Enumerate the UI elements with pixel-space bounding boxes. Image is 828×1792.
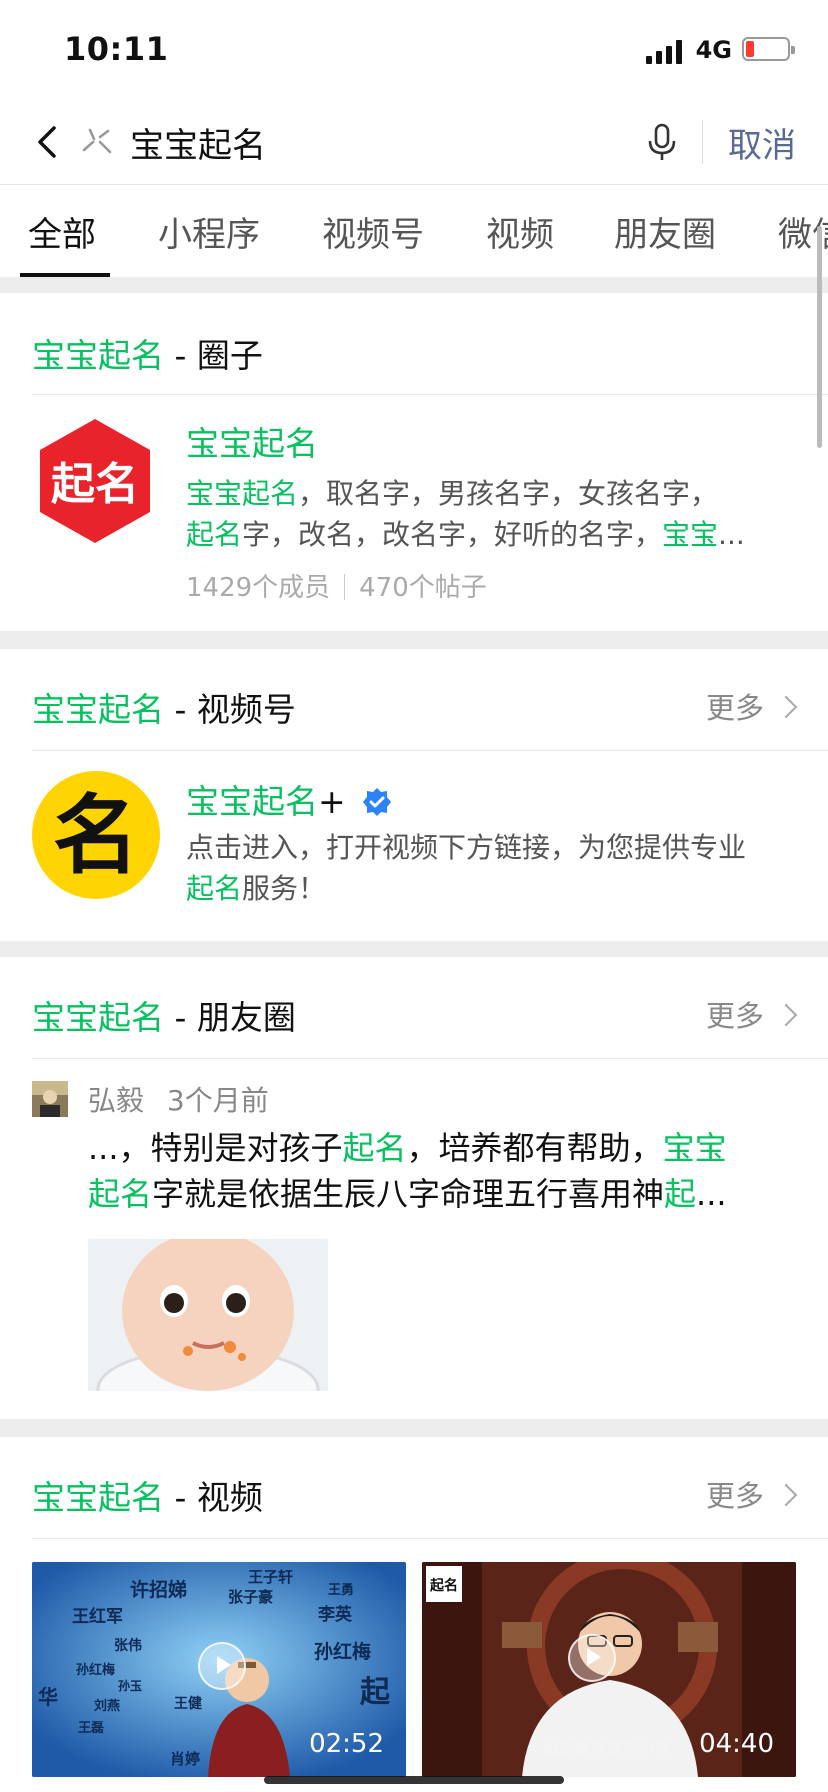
svg-text:张伟: 张伟 [114, 1637, 142, 1654]
keyword-highlight: 起名 [88, 1175, 153, 1213]
author-avatar [32, 1081, 68, 1117]
text-segment: ... [696, 1175, 727, 1213]
more-link[interactable]: 更多 [706, 685, 798, 727]
more-link[interactable]: 更多 [706, 993, 798, 1035]
separator [702, 120, 703, 164]
text-segment: ，取名字，男孩名字，女孩名字， [298, 477, 719, 510]
home-indicator [264, 1776, 564, 1784]
svg-text:王红军: 王红军 [72, 1606, 123, 1627]
circle-section: 宝宝起名 - 圈子 起名 宝宝起名 宝宝起名，取名字，男孩名字，女孩名字， 起名… [0, 293, 828, 631]
text-segment: 服务！ [242, 872, 327, 905]
text-segment: 字就是依据生辰八字命理五行喜用神 [152, 1175, 665, 1213]
chevron-right-icon [774, 695, 798, 719]
section-title: 宝宝起名 - 朋友圈 [32, 998, 296, 1037]
play-icon [198, 1642, 246, 1690]
circle-logo: 起名 [40, 419, 150, 543]
post-text-line2: 起名字就是依据生辰八字命理五行喜用神起... [88, 1171, 727, 1217]
chevron-right-icon [774, 1483, 798, 1507]
microphone-icon[interactable] [644, 122, 680, 162]
more-link[interactable]: 更多 [706, 1473, 798, 1515]
play-icon [568, 1634, 616, 1682]
tab-videos[interactable]: 视频 [486, 207, 554, 256]
channel-desc-line1: 点击进入，打开视频下方链接，为您提供专业 [186, 831, 747, 864]
svg-text:孙红梅: 孙红梅 [314, 1640, 371, 1663]
svg-text:华: 华 [38, 1685, 58, 1709]
tab-mini-programs[interactable]: 小程序 [158, 207, 260, 256]
keyword-highlight: 起名 [342, 1129, 407, 1167]
search-bar: 宝宝起名 取消 [0, 100, 828, 185]
network-label: 4G [695, 36, 732, 64]
section-title: 宝宝起名 - 视频号 [32, 690, 296, 729]
logo-lettering: 起名 [51, 459, 139, 510]
active-tab-indicator [20, 273, 110, 277]
moments-section: 宝宝起名 - 朋友圈 更多 弘毅 3个月前 ...，特别是对孩子起名，培养都有帮… [0, 957, 828, 1419]
svg-text:王健: 王健 [174, 1695, 202, 1712]
svg-text:王磊: 王磊 [78, 1721, 104, 1736]
circle-result[interactable]: 起名 宝宝起名 宝宝起名，取名字，男孩名字，女孩名字， 起名字，改名，改名字，好… [0, 395, 828, 631]
svg-text:王勇: 王勇 [328, 1583, 354, 1598]
post-time: 3个月前 [166, 1084, 269, 1117]
keyword-highlight: 起 [664, 1175, 697, 1213]
video-thumbnail[interactable]: 许招娣 王红军 张伟 孙红梅 李英 王勇 张子豪 王子轩 刘燕 肖婷 王磊 孙玉… [32, 1562, 406, 1777]
battery-icon [742, 37, 795, 61]
search-icon [82, 128, 112, 154]
svg-text:起: 起 [360, 1675, 391, 1710]
svg-text:刘燕: 刘燕 [94, 1698, 120, 1714]
circle-name: 宝宝起名 [186, 424, 318, 463]
search-input[interactable]: 宝宝起名 [130, 118, 266, 167]
svg-text:孙红梅: 孙红梅 [76, 1662, 115, 1678]
svg-text:张子豪: 张子豪 [228, 1588, 273, 1606]
member-count: 1429个成员 [186, 573, 331, 603]
text-segment: 字，改名，改名字，好听的名字， [242, 518, 663, 551]
filter-tabs: 全部 小程序 视频号 视频 朋友圈 微信 [0, 185, 828, 277]
svg-text:孙玉: 孙玉 [118, 1678, 142, 1693]
svg-text:肖婷: 肖婷 [170, 1750, 200, 1768]
svg-text:许招娣: 许招娣 [130, 1578, 187, 1601]
video-duration: 02:52 [309, 1729, 384, 1759]
text-segment: ... [718, 518, 745, 551]
scrollbar[interactable] [817, 226, 822, 448]
tab-moments[interactable]: 朋友圈 [614, 207, 716, 256]
circle-stats: 1429个成员 470个帖子 [186, 567, 487, 604]
tab-all[interactable]: 全部 [28, 207, 96, 256]
keyword-highlight: 宝宝 [662, 1129, 727, 1167]
text-segment: ...，特别是对孩子 [88, 1129, 343, 1167]
chevron-right-icon [774, 1003, 798, 1027]
cancel-button[interactable]: 取消 [728, 118, 796, 167]
status-bar: 10:11 4G [0, 0, 828, 100]
text-segment: ，培养都有帮助， [406, 1129, 663, 1167]
section-title: 宝宝起名 - 视频 [32, 1478, 263, 1517]
video-duration: 04:40 [699, 1729, 774, 1759]
verified-badge-icon [363, 788, 392, 816]
section-title: 宝宝起名 - 圈子 [32, 336, 263, 375]
moment-post[interactable]: 弘毅 3个月前 ...，特别是对孩子起名，培养都有帮助，宝宝 起名字就是依据生辰… [0, 1059, 828, 1419]
post-text-line1: ...，特别是对孩子起名，培养都有帮助，宝宝 [88, 1125, 727, 1171]
circle-desc-line1: 宝宝起名，取名字，男孩名字，女孩名字， [186, 473, 718, 514]
post-count: 470个帖子 [359, 573, 487, 603]
channel-watermark: 起名 [429, 1577, 458, 1594]
keyword-highlight: 起名 [186, 518, 243, 551]
keyword-highlight: 宝宝起名 [186, 477, 299, 510]
avatar-lettering: 名 [53, 785, 139, 886]
tab-channels[interactable]: 视频号 [322, 207, 424, 256]
svg-text:王子轩: 王子轩 [248, 1568, 293, 1586]
circle-desc-line2: 起名字，改名，改名字，好听的名字，宝宝... [186, 514, 745, 555]
keyword-highlight: 起名 [186, 872, 243, 905]
back-arrow-icon[interactable] [30, 122, 70, 162]
channel-result[interactable]: 名 宝宝起名+ 点击进入，打开视频下方链接，为您提供专业 起名服务！ [0, 751, 828, 941]
signal-icon [646, 40, 686, 64]
channel-desc-line2: 起名服务！ [186, 868, 326, 909]
post-image[interactable] [88, 1239, 328, 1391]
svg-text:李英: 李英 [318, 1604, 353, 1625]
author-name: 弘毅 [88, 1084, 145, 1117]
status-time: 10:11 [64, 30, 169, 68]
keyword-highlight: 宝宝 [662, 518, 719, 551]
channel-name: 宝宝起名+ [186, 775, 392, 823]
videos-section: 宝宝起名 - 视频 更多 许招娣 王红军 张伟 孙红梅 李英 王勇 张子豪 王子… [0, 1437, 828, 1792]
channel-avatar: 名 [32, 771, 160, 899]
video-caption: 如您喜欢请在小洞 [542, 1739, 670, 1758]
channels-section: 宝宝起名 - 视频号 更多 名 宝宝起名+ 点击进入，打开视频下方链接，为您提供… [0, 649, 828, 941]
video-thumbnail[interactable]: 起名 如您喜欢请在小洞 04:40 [422, 1562, 796, 1777]
